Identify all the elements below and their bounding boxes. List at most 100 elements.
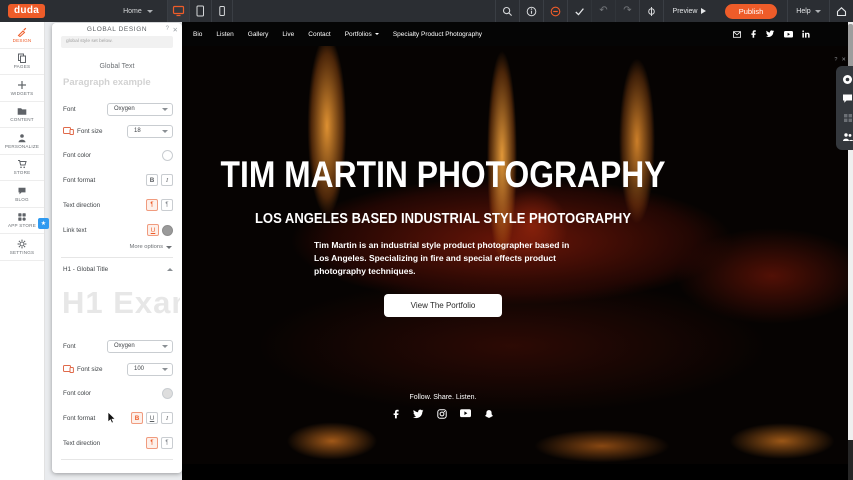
- help-label: Help: [796, 8, 810, 15]
- folder-icon: [17, 106, 27, 116]
- h1-bold-button[interactable]: B: [131, 412, 143, 424]
- dashboard-home-button[interactable]: [829, 0, 853, 22]
- link-color-swatch[interactable]: [162, 225, 173, 236]
- youtube-icon[interactable]: [460, 409, 471, 418]
- sidebar-item-personalize[interactable]: PERSONALIZE: [0, 128, 44, 155]
- font-color-swatch[interactable]: [162, 150, 173, 161]
- global-text-section-title: Global Text: [52, 63, 182, 70]
- team-button[interactable]: [839, 128, 853, 145]
- close-icon[interactable]: ✕: [173, 26, 178, 34]
- sidebar-item-design[interactable]: DESIGN: [0, 22, 44, 49]
- blocked-icon: [550, 6, 561, 17]
- publish-cell: Publish: [715, 0, 787, 22]
- nav-item-listen[interactable]: Listen: [216, 31, 233, 38]
- responsive-override-icon: [63, 127, 74, 135]
- redo-button[interactable]: ↷: [615, 0, 639, 22]
- sidebar-item-widgets[interactable]: WIDGETS: [0, 75, 44, 102]
- view-portfolio-button[interactable]: View The Portfolio: [384, 294, 503, 317]
- nav-item-specialty[interactable]: Specialty Product Photography: [393, 31, 482, 38]
- email-icon[interactable]: [733, 31, 741, 38]
- gear-icon: [17, 239, 27, 249]
- dev-mode-button[interactable]: [639, 0, 663, 22]
- nav-item-bio[interactable]: Bio: [193, 31, 202, 38]
- facebook-icon[interactable]: [392, 409, 400, 419]
- status-button[interactable]: [543, 0, 567, 22]
- snapchat-icon[interactable]: [484, 409, 494, 420]
- sidebar-item-settings[interactable]: SETTINGS: [0, 234, 44, 261]
- twitter-icon[interactable]: [413, 409, 424, 419]
- sidebar-item-blog[interactable]: BLOG: [0, 181, 44, 208]
- h1-font-format-row: Font format B U I: [63, 411, 173, 425]
- nav-item-gallery[interactable]: Gallery: [248, 31, 269, 38]
- desktop-view-button[interactable]: [167, 0, 189, 22]
- h1-font-color-row: Font color: [63, 386, 173, 400]
- link-underline-button[interactable]: U: [147, 224, 159, 236]
- portfolios-section: PORTFOLIOS: [182, 464, 704, 480]
- youtube-icon[interactable]: [784, 31, 793, 38]
- tablet-view-button[interactable]: [189, 0, 211, 22]
- search-button[interactable]: [495, 0, 519, 22]
- nav-item-live[interactable]: Live: [282, 31, 294, 38]
- undo-icon: ↶: [599, 6, 607, 16]
- comments-button[interactable]: [839, 90, 853, 107]
- float-help-icon[interactable]: ?: [834, 57, 837, 63]
- duda-logo[interactable]: duda: [8, 4, 45, 18]
- preview-capture-button[interactable]: [839, 71, 853, 88]
- sidebar-item-label: STORE: [14, 170, 31, 175]
- chevron-down-icon: [162, 130, 168, 133]
- preview-label: Preview: [673, 8, 698, 15]
- save-confirm-button[interactable]: [567, 0, 591, 22]
- mobile-icon: [216, 5, 228, 17]
- bold-button[interactable]: B: [146, 174, 158, 186]
- h1-underline-button[interactable]: U: [146, 412, 158, 424]
- page-selector[interactable]: Home: [123, 8, 153, 15]
- italic-button[interactable]: I: [161, 174, 173, 186]
- hero-description: Tim Martin is an industrial style produc…: [314, 239, 572, 277]
- sidebar-item-content[interactable]: CONTENT: [0, 102, 44, 129]
- panel-help-icon[interactable]: ?: [166, 26, 169, 32]
- info-icon: [526, 6, 537, 17]
- undo-button[interactable]: ↶: [591, 0, 615, 22]
- nav-item-portfolios[interactable]: Portfolios: [345, 31, 379, 38]
- h1-section-header[interactable]: H1 - Global Title: [63, 266, 173, 273]
- linkedin-icon[interactable]: [802, 30, 810, 38]
- nav-item-contact[interactable]: Contact: [308, 31, 330, 38]
- floating-toolbar: [836, 66, 853, 150]
- h1-font-color-swatch[interactable]: [162, 388, 173, 399]
- ltr-button[interactable]: ¶: [146, 199, 158, 211]
- font-size-select[interactable]: 18: [127, 125, 173, 138]
- info-button[interactable]: [519, 0, 543, 22]
- page-selector-label: Home: [123, 8, 142, 15]
- chevron-down-icon: [162, 368, 168, 371]
- chevron-up-icon: [167, 268, 173, 271]
- hero-social-section: Follow. Share. Listen.: [182, 394, 704, 420]
- twitter-icon[interactable]: [766, 30, 775, 38]
- text-direction-row: Text direction ¶ ¶: [63, 198, 173, 212]
- paragraph-sample: Paragraph example: [63, 77, 151, 88]
- sidebar-item-pages[interactable]: PAGES: [0, 49, 44, 76]
- app-store-notification-badge: ★: [38, 218, 49, 229]
- instagram-icon[interactable]: [437, 409, 447, 419]
- h1-ltr-button[interactable]: ¶: [146, 437, 158, 449]
- h1-text-direction-row: Text direction ¶ ¶: [63, 436, 173, 450]
- more-options-link[interactable]: More options: [129, 244, 172, 250]
- sidebar: DESIGN PAGES WIDGETS CONTENT: [0, 22, 45, 480]
- help-menu[interactable]: Help: [787, 0, 829, 22]
- apps-button[interactable]: [839, 109, 853, 126]
- app-store-icon: [17, 212, 27, 222]
- dev-mode-icon: [646, 6, 657, 17]
- publish-button[interactable]: Publish: [725, 4, 778, 19]
- preview-button[interactable]: Preview: [663, 0, 715, 22]
- h1-rtl-button[interactable]: ¶: [161, 437, 173, 449]
- sidebar-item-store[interactable]: STORE: [0, 155, 44, 182]
- font-select[interactable]: Oxygen: [107, 103, 173, 116]
- facebook-icon[interactable]: [750, 30, 757, 38]
- h1-font-select[interactable]: Oxygen: [107, 340, 173, 353]
- person-icon: [17, 133, 27, 143]
- rtl-button[interactable]: ¶: [161, 199, 173, 211]
- mobile-view-button[interactable]: [211, 0, 233, 22]
- topbar: duda Home: [0, 0, 853, 22]
- h1-font-size-select[interactable]: 100: [127, 363, 173, 376]
- float-close-icon[interactable]: ✕: [841, 57, 846, 63]
- h1-italic-button[interactable]: I: [161, 412, 173, 424]
